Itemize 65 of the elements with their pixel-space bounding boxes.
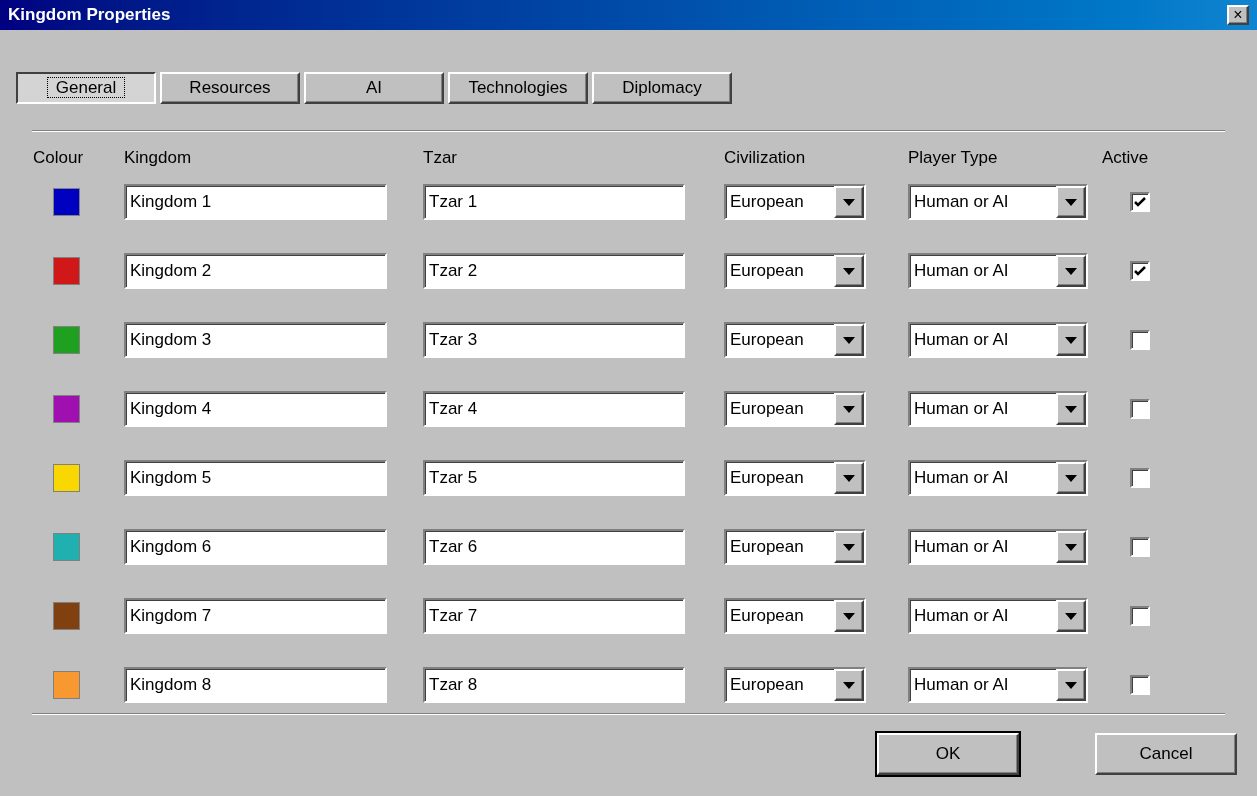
checkmark-icon (1134, 265, 1146, 277)
civilization-dropdown[interactable]: European (724, 184, 866, 220)
kingdom-name-field[interactable]: Kingdom 8 (124, 667, 387, 703)
civilization-dropdown[interactable]: European (724, 253, 866, 289)
civilization-dropdown[interactable]: European (724, 391, 866, 427)
colour-swatch[interactable] (53, 533, 80, 561)
column-header: Colour (33, 146, 85, 169)
active-checkbox[interactable] (1130, 330, 1150, 350)
active-checkbox[interactable] (1130, 675, 1150, 695)
tab[interactable]: Resources (160, 72, 300, 104)
player-type-dropdown[interactable]: Human or AI (908, 322, 1088, 358)
colour-swatch[interactable] (53, 188, 80, 216)
player-type-dropdown[interactable]: Human or AI (908, 529, 1088, 565)
tzar-name-field[interactable]: Tzar 4 (423, 391, 685, 427)
tzar-name-field[interactable]: Tzar 7 (423, 598, 685, 634)
kingdom-name-field[interactable]: Kingdom 5 (124, 460, 387, 496)
tab[interactable]: AI (304, 72, 444, 104)
colour-swatch[interactable] (53, 671, 80, 699)
player-type-dropdown[interactable]: Human or AI (908, 184, 1088, 220)
player-type-dropdown[interactable]: Human or AI (908, 460, 1088, 496)
window-title: Kingdom Properties (8, 4, 171, 27)
column-header: Tzar (423, 146, 458, 169)
tzar-name-field[interactable]: Tzar 6 (423, 529, 685, 565)
close-button[interactable]: × (1227, 5, 1249, 25)
tzar-name-field[interactable]: Tzar 1 (423, 184, 685, 220)
tzar-name-field[interactable]: Tzar 2 (423, 253, 685, 289)
colour-swatch[interactable] (53, 257, 80, 285)
kingdom-name-field[interactable]: Kingdom 7 (124, 598, 387, 634)
ok-button[interactable]: OK (877, 733, 1019, 775)
tzar-name-field[interactable]: Tzar 8 (423, 667, 685, 703)
active-checkbox[interactable] (1130, 468, 1150, 488)
tab[interactable]: Technologies (448, 72, 588, 104)
colour-swatch[interactable] (53, 602, 80, 630)
active-checkbox[interactable] (1130, 606, 1150, 626)
active-checkbox[interactable] (1130, 261, 1150, 281)
tzar-name-field[interactable]: Tzar 3 (423, 322, 685, 358)
active-checkbox[interactable] (1130, 537, 1150, 557)
active-checkbox[interactable] (1130, 399, 1150, 419)
tab[interactable]: General (16, 72, 156, 104)
player-type-dropdown[interactable]: Human or AI (908, 253, 1088, 289)
column-header: Active (1102, 146, 1149, 169)
tab[interactable]: Diplomacy (592, 72, 732, 104)
player-type-dropdown[interactable]: Human or AI (908, 667, 1088, 703)
cancel-button[interactable]: Cancel (1095, 733, 1237, 775)
kingdom-name-field[interactable]: Kingdom 1 (124, 184, 387, 220)
civilization-dropdown[interactable]: European (724, 529, 866, 565)
player-type-dropdown[interactable]: Human or AI (908, 391, 1088, 427)
colour-swatch[interactable] (53, 326, 80, 354)
kingdom-name-field[interactable]: Kingdom 6 (124, 529, 387, 565)
civilization-dropdown[interactable]: European (724, 460, 866, 496)
colour-swatch[interactable] (53, 395, 80, 423)
column-header: Kingdom (124, 146, 193, 169)
kingdom-name-field[interactable]: Kingdom 4 (124, 391, 387, 427)
civilization-dropdown[interactable]: European (724, 322, 866, 358)
tzar-name-field[interactable]: Tzar 5 (423, 460, 685, 496)
column-header: Player Type (908, 146, 999, 169)
colour-swatch[interactable] (53, 464, 80, 492)
checkmark-icon (1134, 196, 1146, 208)
column-header: Civilization (724, 146, 807, 169)
active-checkbox[interactable] (1130, 192, 1150, 212)
civilization-dropdown[interactable]: European (724, 667, 866, 703)
civilization-dropdown[interactable]: European (724, 598, 866, 634)
kingdom-name-field[interactable]: Kingdom 2 (124, 253, 387, 289)
player-type-dropdown[interactable]: Human or AI (908, 598, 1088, 634)
kingdom-name-field[interactable]: Kingdom 3 (124, 322, 387, 358)
